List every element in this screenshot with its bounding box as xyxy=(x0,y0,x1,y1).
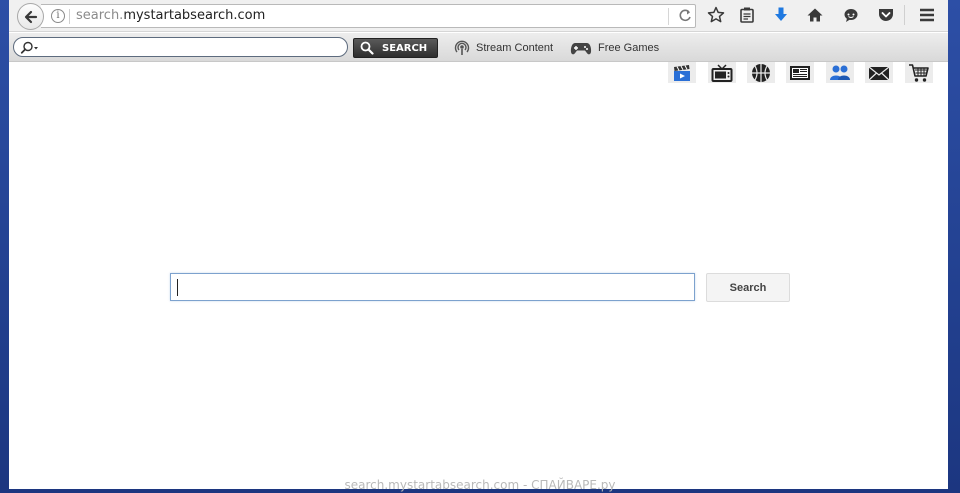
clipboard-icon[interactable] xyxy=(738,6,756,24)
download-arrow-icon[interactable] xyxy=(772,6,790,24)
free-games-label: Free Games xyxy=(598,42,660,54)
main-search-button[interactable]: Search xyxy=(706,273,790,302)
toolbar-search-button[interactable]: SEARCH xyxy=(353,38,438,58)
home-icon[interactable] xyxy=(806,6,824,24)
navigation-bar: i search.mystartabsearch.com xyxy=(9,0,948,32)
toolbar-search-input[interactable] xyxy=(44,39,339,55)
address-bar[interactable]: i search.mystartabsearch.com xyxy=(41,4,696,28)
search-toolbar: SEARCH Stream Content Free Games xyxy=(9,33,948,62)
toolbar-search-button-label: SEARCH xyxy=(382,42,428,54)
text-caret xyxy=(177,279,178,296)
url-text[interactable]: search.mystartabsearch.com xyxy=(76,8,265,23)
gamepad-icon xyxy=(570,43,592,55)
free-games-link[interactable]: Free Games xyxy=(570,39,659,57)
reload-icon[interactable] xyxy=(678,9,692,23)
toolbar-search-box[interactable] xyxy=(13,37,348,57)
hamburger-menu-icon[interactable] xyxy=(918,6,936,24)
tv-icon[interactable] xyxy=(708,62,736,83)
url-host-main: mystartabsearch.com xyxy=(123,8,266,23)
url-host-prefix: search. xyxy=(76,8,124,23)
browser-window: i search.mystartabsearch.com SEARCH Stre… xyxy=(9,0,948,489)
mail-icon[interactable] xyxy=(865,62,893,83)
cart-icon[interactable] xyxy=(905,62,933,83)
news-icon[interactable] xyxy=(786,62,814,83)
pocket-icon[interactable] xyxy=(877,6,895,24)
back-button[interactable] xyxy=(17,3,44,30)
reload-divider xyxy=(668,8,669,25)
back-arrow-icon xyxy=(24,10,37,23)
toolbar-divider xyxy=(904,5,905,25)
stream-content-label: Stream Content xyxy=(476,42,554,54)
search-engine-dropdown-icon[interactable] xyxy=(20,41,40,54)
watermark: search.mystartabsearch.com - СПАЙВАРЕ.ру xyxy=(344,478,616,492)
people-icon[interactable] xyxy=(826,62,854,83)
info-icon[interactable]: i xyxy=(51,9,65,23)
broadcast-icon xyxy=(454,40,470,55)
basketball-icon[interactable] xyxy=(747,62,775,83)
movies-icon[interactable] xyxy=(668,62,696,83)
magnifier-icon xyxy=(360,41,374,55)
chat-icon[interactable] xyxy=(842,6,860,24)
url-divider xyxy=(69,9,70,24)
stream-content-link[interactable]: Stream Content xyxy=(454,39,553,57)
main-search-input[interactable] xyxy=(170,273,695,301)
star-icon[interactable] xyxy=(707,6,725,24)
